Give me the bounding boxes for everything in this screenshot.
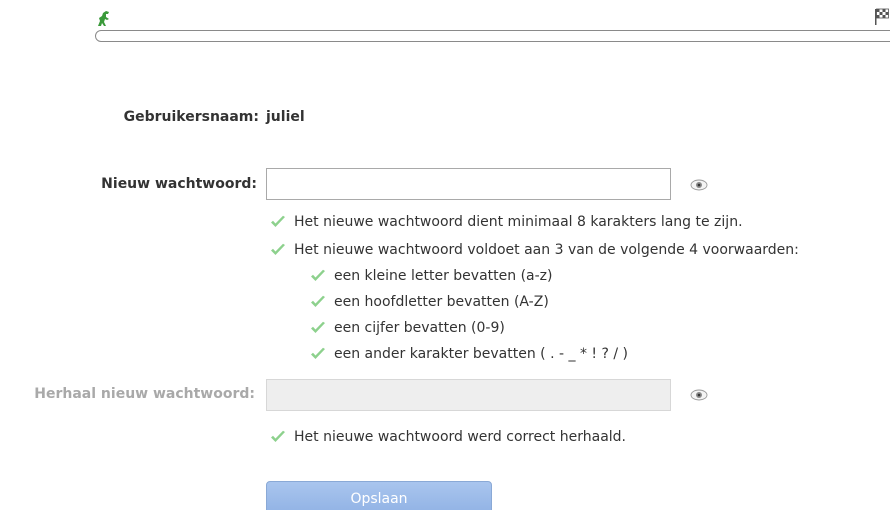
progress-bar xyxy=(95,30,890,42)
check-icon xyxy=(311,321,325,333)
check-icon xyxy=(271,215,285,227)
password-change-page: Gebruikersnaam: juliel Nieuw wachtwoord:… xyxy=(0,0,890,510)
check-icon xyxy=(311,269,325,281)
rule-conditions-intro: Het nieuwe wachtwoord voldoet aan 3 van … xyxy=(270,242,799,258)
rule-conditions-intro-text: Het nieuwe wachtwoord voldoet aan 3 van … xyxy=(294,242,799,258)
new-password-input[interactable] xyxy=(266,168,671,200)
rule-special-text: een ander karakter bevatten ( . - _ * ! … xyxy=(334,346,628,362)
eye-icon[interactable] xyxy=(690,179,708,191)
rule-min-length-text: Het nieuwe wachtwoord dient minimaal 8 k… xyxy=(294,214,743,230)
check-icon xyxy=(311,347,325,359)
dinosaur-icon xyxy=(98,11,109,26)
username-value: juliel xyxy=(266,109,305,125)
rule-uppercase: een hoofdletter bevatten (A-Z) xyxy=(310,294,549,310)
rule-min-length: Het nieuwe wachtwoord dient minimaal 8 k… xyxy=(270,214,743,230)
rule-digit: een cijfer bevatten (0-9) xyxy=(310,320,505,336)
checkered-flag-icon xyxy=(875,8,889,25)
rule-digit-text: een cijfer bevatten (0-9) xyxy=(334,320,505,336)
repeat-match-text: Het nieuwe wachtwoord werd correct herha… xyxy=(294,429,626,445)
new-password-label: Nieuw wachtwoord: xyxy=(101,176,257,192)
check-icon xyxy=(271,243,285,255)
save-button[interactable]: Opslaan xyxy=(266,481,492,510)
rule-special: een ander karakter bevatten ( . - _ * ! … xyxy=(310,346,628,362)
check-icon xyxy=(271,430,285,442)
repeat-password-input[interactable] xyxy=(266,379,671,411)
username-label: Gebruikersnaam: xyxy=(123,109,259,125)
eye-icon[interactable] xyxy=(690,389,708,401)
repeat-match-message: Het nieuwe wachtwoord werd correct herha… xyxy=(270,429,626,445)
repeat-password-label: Herhaal nieuw wachtwoord: xyxy=(34,386,255,402)
rule-uppercase-text: een hoofdletter bevatten (A-Z) xyxy=(334,294,549,310)
rule-lowercase: een kleine letter bevatten (a-z) xyxy=(310,268,552,284)
check-icon xyxy=(311,295,325,307)
rule-lowercase-text: een kleine letter bevatten (a-z) xyxy=(334,268,553,284)
